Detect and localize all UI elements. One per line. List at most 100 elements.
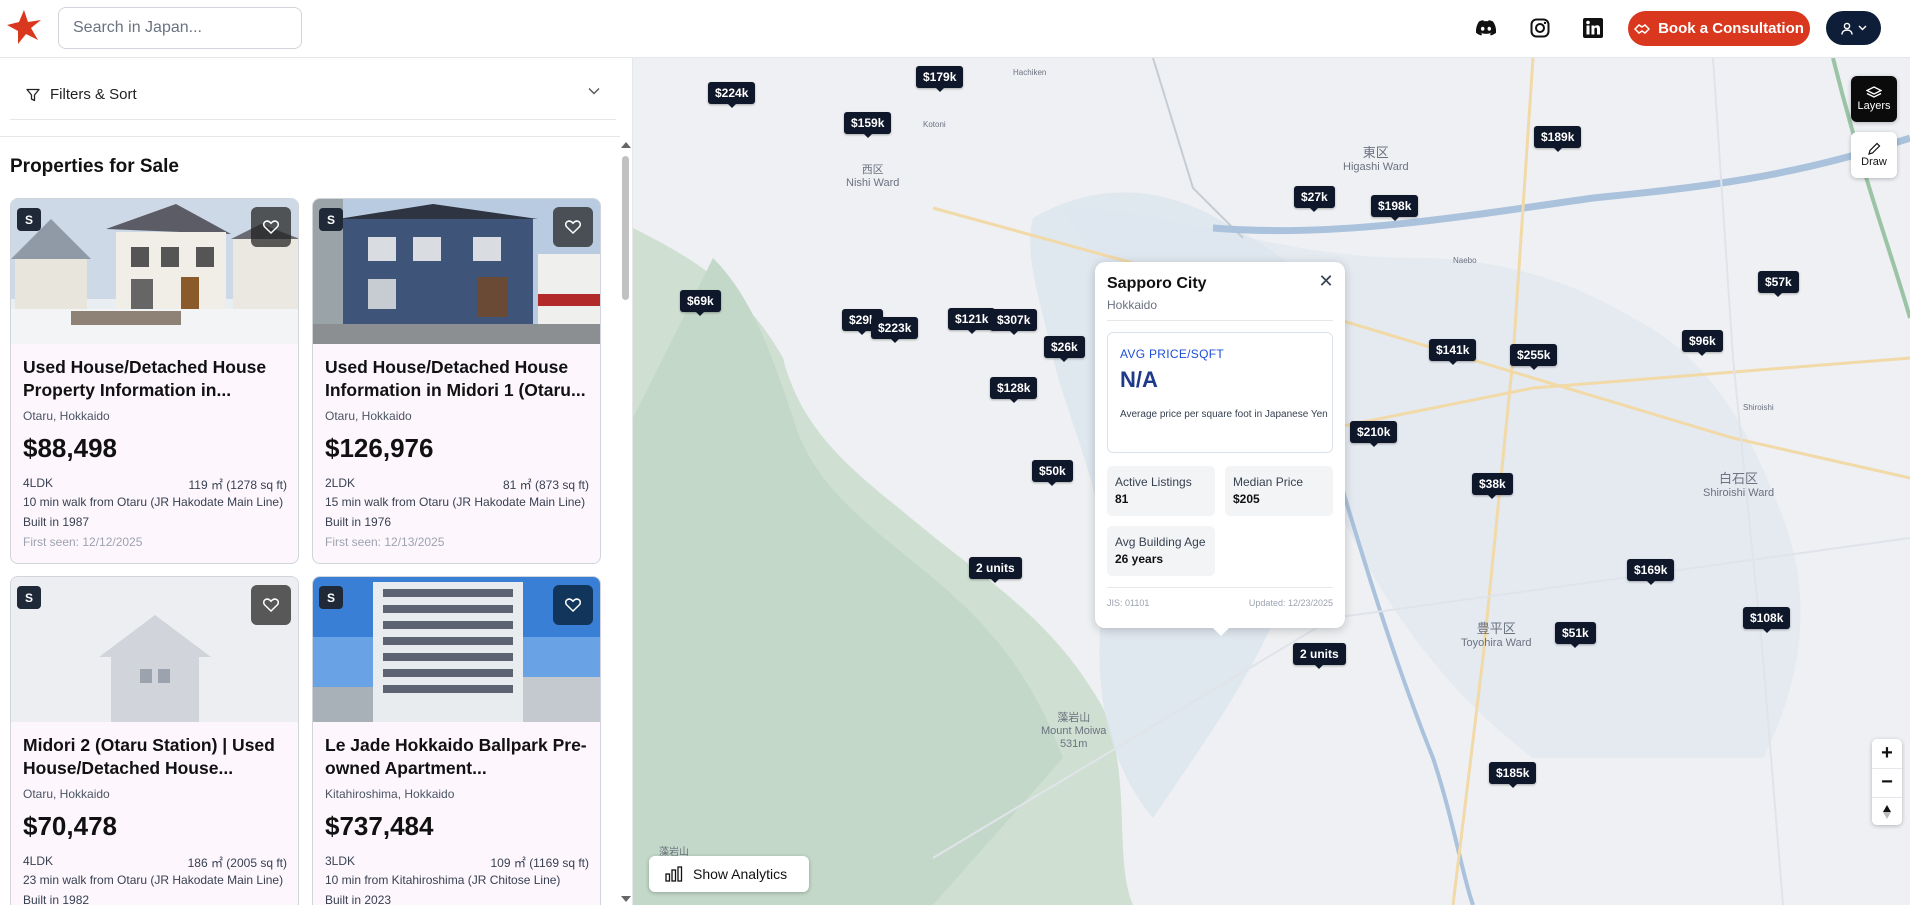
section-title: Properties for Sale (10, 156, 179, 177)
price-marker[interactable]: $159k (844, 112, 892, 138)
avg-price-value: N/A (1120, 367, 1158, 392)
scrollbar-thumb[interactable] (622, 156, 629, 300)
divider (1107, 320, 1333, 321)
close-icon[interactable]: ✕ (1317, 272, 1335, 290)
price-marker[interactable]: $51k (1555, 622, 1596, 648)
price-marker[interactable]: $121k (948, 308, 996, 334)
listing-built: Built in 2023 (325, 893, 392, 905)
filter-icon (26, 88, 40, 101)
map-label: 藻岩山 Mount Moiwa 531m (1041, 712, 1107, 750)
discord-icon[interactable] (1473, 15, 1499, 41)
map-label: 東区 Higashi Ward (1343, 145, 1409, 173)
price-marker[interactable]: $179k (916, 66, 964, 92)
listing-area: 119 ㎡ (1278 sq ft) (188, 478, 288, 492)
linkedin-icon[interactable] (1580, 15, 1606, 41)
listing-access: 10 min from Kitahiroshima (JR Chitose Li… (325, 873, 561, 887)
bar-chart-icon (665, 866, 683, 882)
price-marker[interactable]: $26k (1044, 336, 1085, 362)
listing-first-seen: First seen: 12/13/2025 (325, 535, 445, 549)
listing-access: 23 min walk from Otaru (JR Hakodate Main… (23, 873, 284, 887)
favorite-button[interactable] (553, 207, 593, 247)
listing-location: Kitahiroshima, Hokkaido (325, 787, 455, 801)
zoom-out-button[interactable]: − (1872, 768, 1902, 796)
price-marker[interactable]: $128k (990, 377, 1038, 403)
filters-sort-toggle[interactable]: Filters & Sort (10, 70, 616, 120)
stat-median-price: Median Price $205 (1225, 466, 1333, 516)
price-marker[interactable]: $198k (1371, 195, 1419, 221)
listing-title[interactable]: Le Jade Hokkaido Ballpark Pre-owned Apar… (325, 734, 591, 780)
show-analytics-button[interactable]: Show Analytics (649, 856, 809, 892)
stat-avg-building-age: Avg Building Age 26 years (1107, 526, 1215, 576)
draw-button[interactable]: Draw (1851, 132, 1897, 178)
map-label: Hachiken (1013, 68, 1047, 77)
listing-layout: 4LDK (23, 476, 54, 490)
chevron-down-icon (588, 88, 600, 95)
zoom-in-button[interactable]: + (1872, 739, 1902, 767)
listing-price: $88,498 (23, 433, 117, 463)
filters-label: Filters & Sort (50, 86, 137, 103)
popup-subtitle: Hokkaido (1107, 298, 1158, 312)
listing-title[interactable]: Used House/Detached House Property Infor… (23, 356, 289, 402)
price-marker[interactable]: $224k (708, 82, 756, 108)
listing-card[interactable]: S Midori 2 (Otaru Station) | Used House/… (10, 576, 299, 905)
price-marker[interactable]: $210k (1350, 421, 1398, 447)
scroll-down-arrow[interactable] (621, 896, 631, 902)
listing-badge: S (17, 586, 41, 609)
favorite-button[interactable] (553, 585, 593, 625)
popup-jis-code: JIS: 01101 (1107, 598, 1150, 608)
listing-location: Otaru, Hokkaido (23, 409, 110, 423)
listing-access: 10 min walk from Otaru (JR Hakodate Main… (23, 495, 284, 509)
map-canvas[interactable]: 西区 Nishi Ward 東区 Higashi Ward 白石区 Shiroishi… (633, 58, 1910, 905)
user-menu-button[interactable] (1826, 11, 1881, 45)
handshake-icon (1634, 23, 1651, 34)
price-marker[interactable]: $50k (1032, 460, 1073, 486)
favorite-button[interactable] (251, 585, 291, 625)
book-consultation-button[interactable]: Book a Consultation (1628, 11, 1810, 46)
listing-layout: 3LDK (325, 854, 356, 868)
listing-area: 81 ㎡ (873 sq ft) (502, 478, 589, 492)
chevron-down-icon (1858, 25, 1866, 31)
map-label: Shiroishi (1743, 403, 1774, 412)
top-bar: Book a Consultation (0, 0, 1910, 58)
price-marker[interactable]: $27k (1294, 186, 1335, 212)
listing-price: $737,484 (325, 811, 434, 841)
listing-card[interactable]: S Used House/Detached House Property Inf… (10, 198, 299, 564)
price-marker[interactable]: $255k (1510, 344, 1558, 370)
listing-card[interactable]: S Used House/Detached House Information … (312, 198, 601, 564)
instagram-icon[interactable] (1527, 15, 1553, 41)
stat-active-listings: Active Listings 81 (1107, 466, 1215, 516)
price-marker[interactable]: $69k (680, 290, 721, 316)
price-marker[interactable]: $57k (1758, 271, 1799, 297)
layers-icon (1866, 86, 1882, 98)
avg-price-label: AVG PRICE/SQFT (1120, 347, 1224, 361)
layers-button[interactable]: Layers (1851, 76, 1897, 122)
price-marker[interactable]: $108k (1743, 607, 1791, 633)
price-marker[interactable]: $223k (871, 317, 919, 343)
logo-icon[interactable] (6, 9, 42, 45)
map-label: 白石区 Shiroishi Ward (1703, 471, 1775, 499)
map-label: Kotoni (923, 120, 946, 129)
price-marker[interactable]: $189k (1534, 126, 1582, 152)
listing-layout: 2LDK (325, 476, 356, 490)
cluster-marker[interactable]: 2 units (1293, 643, 1346, 669)
region-popup: Sapporo City Hokkaido ✕ AVG PRICE/SQFT N… (1095, 262, 1345, 636)
scroll-up-arrow[interactable] (621, 142, 631, 148)
listing-badge: S (319, 586, 343, 609)
cluster-marker[interactable]: 2 units (969, 557, 1022, 583)
listing-card[interactable]: S Le Jade Hokkaido Ballpark Pre-owned Ap… (312, 576, 601, 905)
listing-title[interactable]: Used House/Detached House Information in… (325, 356, 591, 402)
price-marker[interactable]: $169k (1627, 559, 1675, 585)
price-marker[interactable]: $38k (1472, 473, 1513, 499)
price-marker[interactable]: $96k (1682, 330, 1723, 356)
compass-button[interactable] (1872, 797, 1902, 825)
consult-label: Book a Consultation (1658, 20, 1804, 37)
listing-title[interactable]: Midori 2 (Otaru Station) | Used House/De… (23, 734, 289, 780)
search-input[interactable] (58, 7, 302, 49)
listing-built: Built in 1976 (325, 515, 392, 529)
price-marker[interactable]: $141k (1429, 339, 1477, 365)
price-marker[interactable]: $185k (1489, 762, 1537, 788)
price-marker[interactable]: $307k (990, 309, 1038, 335)
divider (1107, 587, 1333, 588)
favorite-button[interactable] (251, 207, 291, 247)
heart-icon (565, 598, 581, 612)
